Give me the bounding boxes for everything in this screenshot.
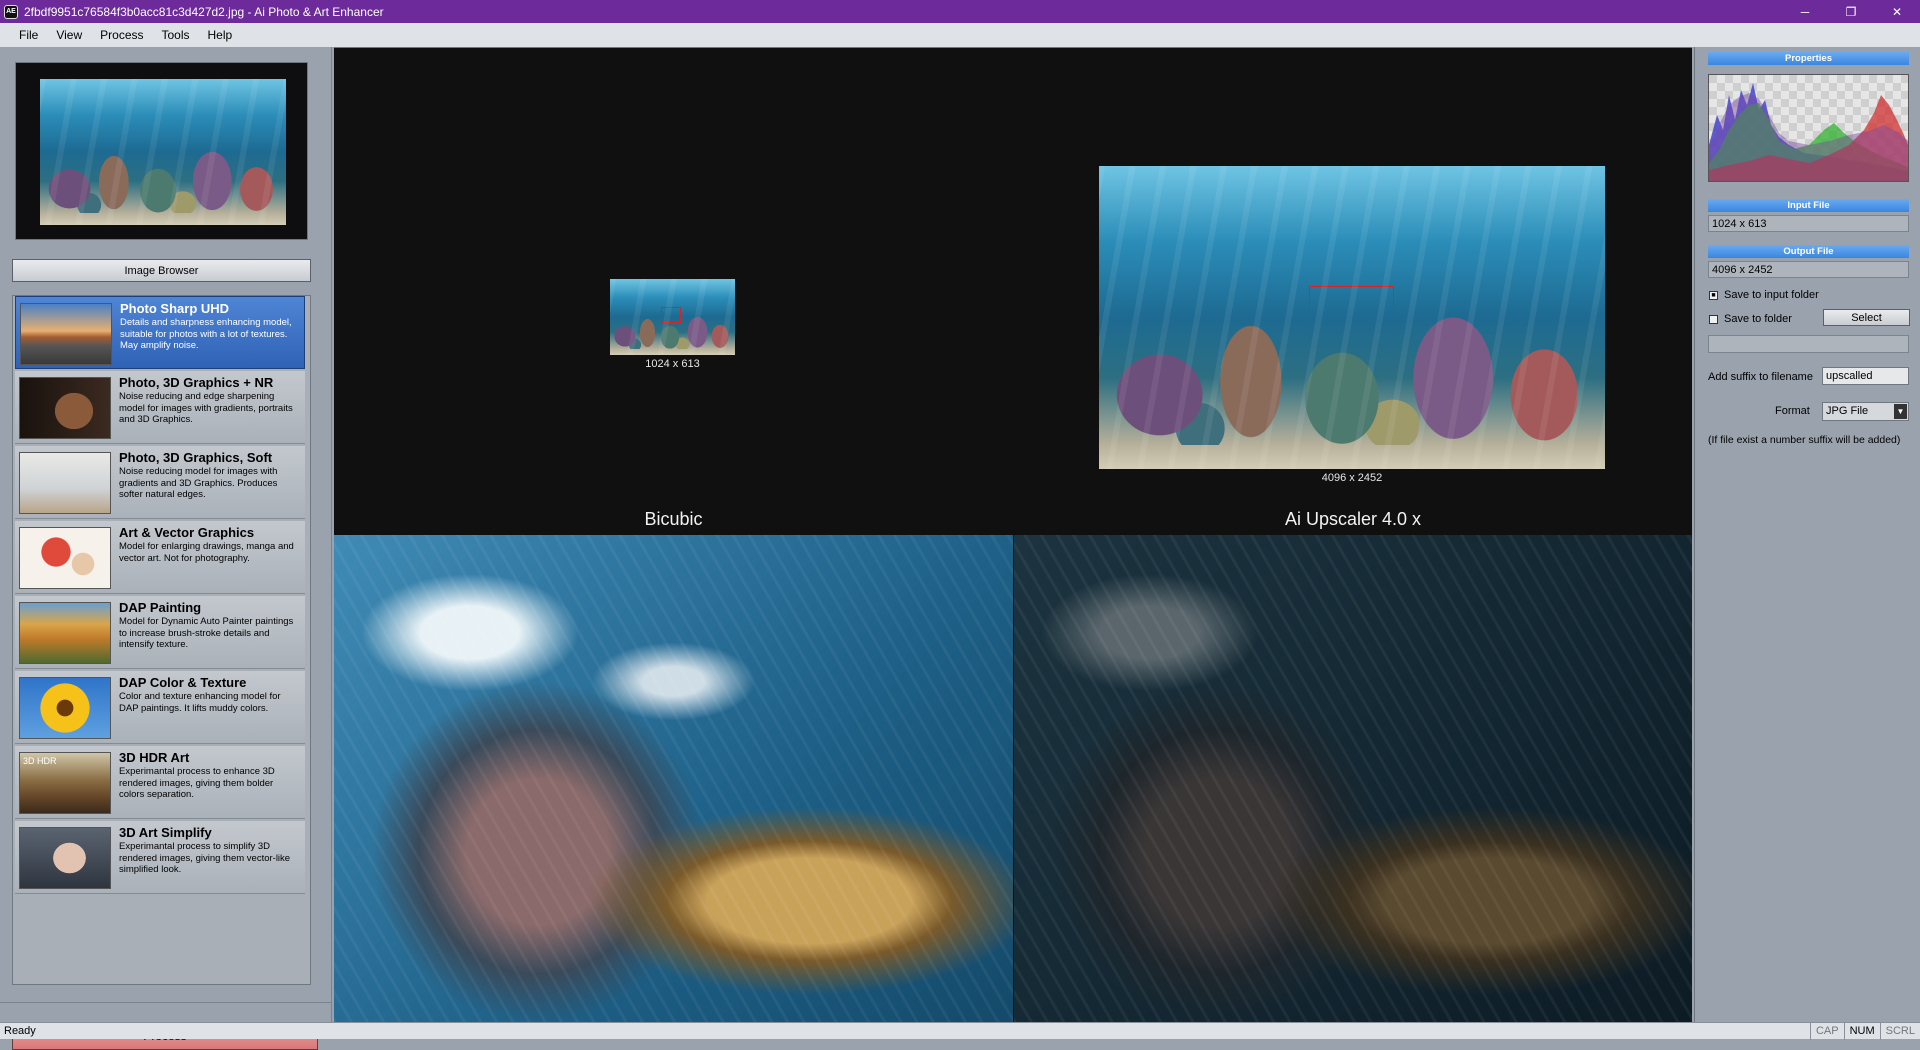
comparison-view: 1024 x 613 4096 x 2452 Bicubic Ai Upscal… <box>334 47 1692 1023</box>
model-name: 3D HDR Art <box>119 750 190 765</box>
model-dap-painting[interactable]: DAP Painting Model for Dynamic Auto Paint… <box>15 596 305 669</box>
model-name: DAP Color & Texture <box>119 675 247 690</box>
model-photo-3d-graphics-soft[interactable]: Photo, 3D Graphics, Soft Noise reducing m… <box>15 446 305 519</box>
menu-help[interactable]: Help <box>199 28 242 42</box>
model-thumbnail <box>20 303 112 365</box>
model-list: Photo Sharp UHD Details and sharpness enh… <box>12 295 311 985</box>
model-name: Art & Vector Graphics <box>119 525 255 540</box>
format-select[interactable]: JPG File ▼ <box>1822 402 1909 421</box>
model-3d-hdr-art[interactable]: 3D HDR 3D HDR Art Experimantal process to… <box>15 746 305 819</box>
model-name: Photo, 3D Graphics, Soft <box>119 450 273 465</box>
model-thumbnail <box>19 377 111 439</box>
properties-header: Properties <box>1708 52 1909 65</box>
output-image-preview[interactable] <box>1099 166 1605 469</box>
model-dap-color-texture[interactable]: DAP Color & Texture Color and texture enh… <box>15 671 305 744</box>
save-to-input-folder-checkbox[interactable]: ■ Save to input folder <box>1709 289 1819 301</box>
folder-path-field[interactable] <box>1708 335 1909 353</box>
format-value: JPG File <box>1826 405 1869 417</box>
zoom-region-box[interactable] <box>661 307 681 323</box>
input-file-header: Input File <box>1708 199 1909 212</box>
model-photo-3d-graphics-nr[interactable]: Photo, 3D Graphics + NR Noise reducing an… <box>15 371 305 444</box>
model-thumbnail <box>19 452 111 514</box>
output-file-field: 4096 x 2452 <box>1708 261 1909 278</box>
right-panel: Properties Input File 1024 x 613 Output … <box>1694 47 1920 1022</box>
model-thumbnail <box>19 677 111 739</box>
status-text: Ready <box>4 1025 36 1037</box>
model-art-vector-graphics[interactable]: Art & Vector Graphics Model for enlarging… <box>15 521 305 594</box>
title-bar: AE 2fbdf9951c76584f3b0acc81c3d427d2.jpg … <box>0 0 1920 23</box>
histogram <box>1708 74 1909 182</box>
model-description: Model for Dynamic Auto Painter paintings… <box>119 616 294 650</box>
save-to-folder-label: Save to folder <box>1724 313 1792 325</box>
suffix-input[interactable]: upscalled <box>1822 367 1909 385</box>
model-description: Noise reducing model for images with gra… <box>119 466 278 500</box>
input-image-preview[interactable] <box>610 279 735 355</box>
close-button[interactable]: ✕ <box>1874 0 1920 23</box>
minimize-button[interactable]: ─ <box>1782 0 1828 23</box>
menu-process[interactable]: Process <box>91 28 152 42</box>
select-folder-button[interactable]: Select <box>1823 309 1910 326</box>
window-title: 2fbdf9951c76584f3b0acc81c3d427d2.jpg - A… <box>24 4 384 19</box>
checkbox-checked-icon[interactable]: ■ <box>1709 290 1718 300</box>
dropdown-arrow-icon[interactable]: ▼ <box>1894 404 1907 419</box>
menu-file[interactable]: File <box>10 28 47 42</box>
menu-bar: File View Process Tools Help <box>0 23 1920 47</box>
model-3d-art-simplify[interactable]: 3D Art Simplify Experimantal process to s… <box>15 821 305 894</box>
zoom-region-box[interactable] <box>1309 286 1394 346</box>
model-thumbnail <box>19 827 111 889</box>
model-name: Photo, 3D Graphics + NR <box>119 375 274 390</box>
model-name: DAP Painting <box>119 600 202 615</box>
bicubic-zoom-view[interactable] <box>334 535 1013 1023</box>
scroll-lock-indicator: SCRL <box>1879 1022 1920 1040</box>
model-description: Model for enlarging drawings, manga and … <box>119 541 294 564</box>
output-dimensions-label: 4096 x 2452 <box>1321 472 1383 484</box>
caps-lock-indicator: CAP <box>1809 1022 1844 1040</box>
save-to-input-folder-label: Save to input folder <box>1724 289 1819 301</box>
suffix-label: Add suffix to filename <box>1708 371 1813 383</box>
format-label: Format <box>1775 405 1810 417</box>
model-description: Color and texture enhancing model for DA… <box>119 691 281 714</box>
ai-upscaler-label: Ai Upscaler 4.0 x <box>1284 509 1422 529</box>
input-file-field: 1024 x 613 <box>1708 215 1909 232</box>
model-name: 3D Art Simplify <box>119 825 212 840</box>
input-dimensions-label: 1024 x 613 <box>645 358 700 370</box>
status-bar: Ready CAP NUM SCRL <box>0 1022 1920 1040</box>
model-description: Experimantal process to simplify 3D rend… <box>119 841 291 875</box>
left-panel: Image Browser Photo Sharp UHD Details and… <box>0 47 332 1050</box>
preview-thumbnail[interactable] <box>40 79 286 225</box>
model-thumbnail: 3D HDR <box>19 752 111 814</box>
model-photo-sharp-uhd[interactable]: Photo Sharp UHD Details and sharpness enh… <box>15 296 305 369</box>
thumbnail-label: 3D HDR <box>23 756 57 766</box>
menu-tools[interactable]: Tools <box>153 28 199 42</box>
model-thumbnail <box>19 602 111 664</box>
ai-upscaler-zoom-view[interactable] <box>1014 535 1692 1023</box>
num-lock-indicator: NUM <box>1843 1022 1880 1040</box>
model-name: Photo Sharp UHD <box>120 301 230 316</box>
model-thumbnail <box>19 527 111 589</box>
histogram-graph <box>1709 75 1908 181</box>
checkbox-unchecked-icon[interactable] <box>1709 314 1718 324</box>
save-to-folder-checkbox[interactable]: Save to folder <box>1709 313 1792 325</box>
model-description: Experimantal process to enhance 3D rende… <box>119 766 275 800</box>
image-browser-button[interactable]: Image Browser <box>12 259 311 282</box>
app-icon: AE <box>4 4 18 19</box>
bicubic-label: Bicubic <box>644 509 703 529</box>
model-description: Noise reducing and edge sharpening model… <box>119 391 293 425</box>
menu-view[interactable]: View <box>47 28 91 42</box>
restore-button[interactable]: ❐ <box>1828 0 1874 23</box>
divider <box>0 1002 332 1003</box>
model-description: Details and sharpness enhancing model, s… <box>120 317 292 351</box>
output-file-header: Output File <box>1708 245 1909 258</box>
suffix-note: (If file exist a number suffix will be a… <box>1708 434 1901 446</box>
preview-frame <box>15 62 308 240</box>
